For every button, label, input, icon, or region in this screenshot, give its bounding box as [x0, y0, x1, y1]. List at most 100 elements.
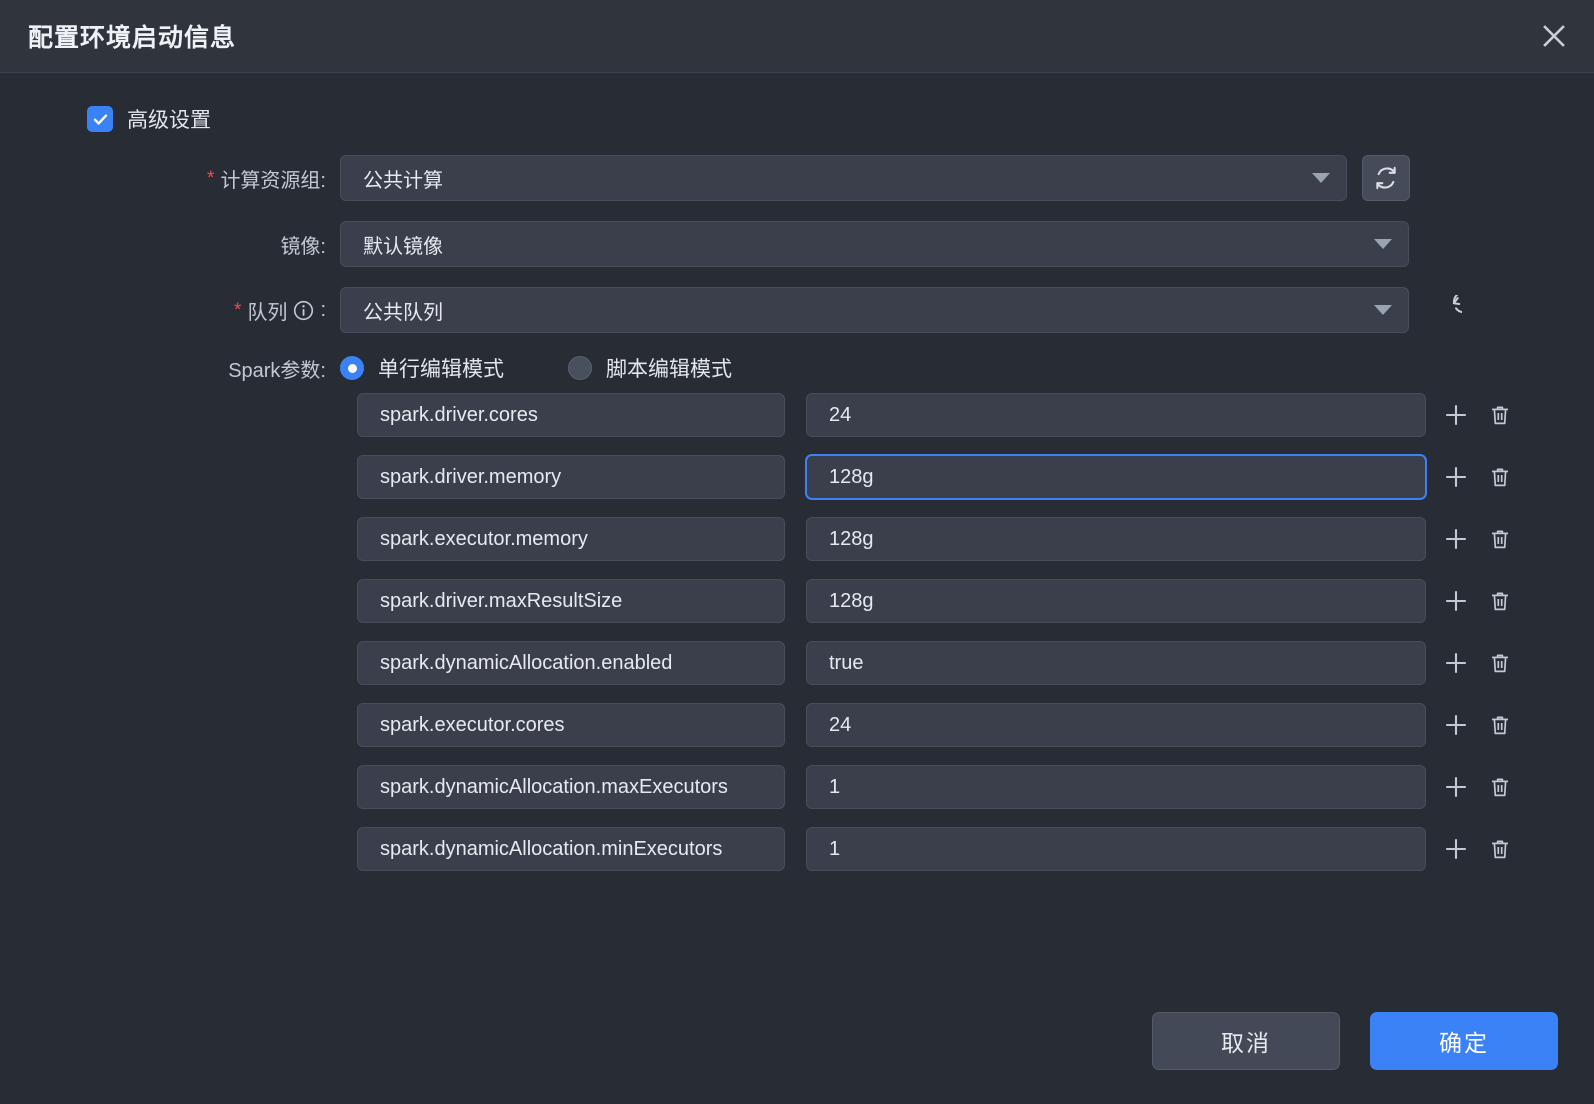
plus-icon [1443, 464, 1469, 490]
param-key-input[interactable]: spark.driver.cores [357, 393, 785, 437]
delete-param-button[interactable] [1478, 703, 1522, 747]
image-select[interactable]: 默认镜像 [340, 221, 1409, 267]
param-value-input[interactable]: 1 [806, 765, 1426, 809]
param-key-input[interactable]: spark.dynamicAllocation.minExecutors [357, 827, 785, 871]
delete-param-button[interactable] [1478, 455, 1522, 499]
image-label-text: 镜像: [280, 235, 326, 258]
delete-param-button[interactable] [1478, 827, 1522, 871]
close-button[interactable] [1534, 16, 1574, 56]
delete-param-button[interactable] [1478, 765, 1522, 809]
image-row: 镜像: 默认镜像 [0, 221, 1594, 267]
plus-icon [1443, 402, 1469, 428]
param-key-input[interactable]: spark.dynamicAllocation.enabled [357, 641, 785, 685]
trash-icon [1488, 713, 1512, 737]
param-key-input[interactable]: spark.executor.memory [357, 517, 785, 561]
spark-params-label: Spark参数: [0, 354, 340, 383]
resource-group-label-text: 计算资源组: [220, 169, 326, 192]
spark-params-label-text: Spark参数: [228, 359, 326, 382]
add-param-button[interactable] [1434, 765, 1478, 809]
queue-value: 公共队列 [363, 301, 443, 324]
resource-group-value: 公共计算 [363, 169, 443, 192]
table-row: spark.executor.memory 128g [357, 517, 1594, 561]
advanced-settings-row[interactable]: 高级设置 [87, 103, 1594, 135]
add-param-button[interactable] [1434, 517, 1478, 561]
queue-label-text: 队列 [247, 301, 288, 324]
table-row: spark.dynamicAllocation.minExecutors 1 [357, 827, 1594, 871]
queue-label: * 队列 : [0, 296, 340, 325]
resource-group-select[interactable]: 公共计算 [340, 155, 1347, 201]
radio-single-line-mode-label: 单行编辑模式 [378, 358, 504, 381]
row-actions [1434, 641, 1522, 685]
trash-icon [1488, 465, 1512, 489]
row-actions [1434, 765, 1522, 809]
param-value-input[interactable]: 24 [806, 393, 1426, 437]
plus-icon [1443, 712, 1469, 738]
delete-param-button[interactable] [1478, 517, 1522, 561]
page-title: 配置环境启动信息 [28, 24, 237, 52]
param-key-input[interactable]: spark.driver.memory [357, 455, 785, 499]
add-param-button[interactable] [1434, 393, 1478, 437]
param-value-input[interactable]: 128g [806, 579, 1426, 623]
plus-icon [1443, 526, 1469, 552]
table-row: spark.executor.cores 24 [357, 703, 1594, 747]
resource-group-refresh-button[interactable] [1362, 155, 1410, 201]
cancel-button[interactable]: 取消 [1152, 1012, 1340, 1070]
chevron-down-icon [1374, 305, 1392, 315]
table-row: spark.dynamicAllocation.maxExecutors 1 [357, 765, 1594, 809]
row-actions [1434, 517, 1522, 561]
row-actions [1434, 579, 1522, 623]
add-param-button[interactable] [1434, 827, 1478, 871]
add-param-button[interactable] [1434, 641, 1478, 685]
plus-icon [1443, 588, 1469, 614]
table-row: spark.driver.cores 24 [357, 393, 1594, 437]
trash-icon [1488, 651, 1512, 675]
required-star: * [234, 299, 242, 321]
param-value-input[interactable]: 24 [806, 703, 1426, 747]
radio-script-mode-label: 脚本编辑模式 [606, 358, 732, 381]
resource-group-label: * 计算资源组: [0, 164, 340, 193]
row-actions [1434, 827, 1522, 871]
spark-params-list: spark.driver.cores 24 spark.driver.memor… [0, 393, 1594, 871]
required-star: * [207, 167, 215, 189]
queue-refresh-button[interactable] [1423, 287, 1471, 333]
dialog-body: 高级设置 * 计算资源组: 公共计算 镜像: 默认镜像 * 队列: 公共队列 … [0, 73, 1594, 1104]
param-value-input[interactable]: 1 [806, 827, 1426, 871]
radio-indicator-selected [340, 356, 364, 380]
add-param-button[interactable] [1434, 579, 1478, 623]
spark-params-row: Spark参数: 单行编辑模式 脚本编辑模式 [0, 353, 1594, 383]
close-icon [1541, 23, 1567, 49]
delete-param-button[interactable] [1478, 641, 1522, 685]
table-row: spark.dynamicAllocation.enabled true [357, 641, 1594, 685]
add-param-button[interactable] [1434, 455, 1478, 499]
row-actions [1434, 393, 1522, 437]
delete-param-button[interactable] [1478, 393, 1522, 437]
radio-script-mode[interactable]: 脚本编辑模式 [568, 353, 732, 383]
queue-row: * 队列 : 公共队列 [0, 287, 1594, 333]
radio-single-line-mode[interactable]: 单行编辑模式 [340, 353, 504, 383]
trash-icon [1488, 837, 1512, 861]
queue-select[interactable]: 公共队列 [340, 287, 1409, 333]
plus-icon [1443, 836, 1469, 862]
param-value-input[interactable]: true [806, 641, 1426, 685]
param-key-input[interactable]: spark.driver.maxResultSize [357, 579, 785, 623]
chevron-down-icon [1374, 239, 1392, 249]
reload-icon [1432, 295, 1462, 325]
confirm-button[interactable]: 确定 [1370, 1012, 1558, 1070]
advanced-settings-label: 高级设置 [127, 109, 211, 132]
table-row: spark.driver.memory 128g [357, 455, 1594, 499]
param-key-input[interactable]: spark.dynamicAllocation.maxExecutors [357, 765, 785, 809]
info-circle-icon[interactable] [293, 300, 314, 321]
param-key-input[interactable]: spark.executor.cores [357, 703, 785, 747]
spark-edit-mode-radio-group: 单行编辑模式 脚本编辑模式 [340, 353, 796, 383]
add-param-button[interactable] [1434, 703, 1478, 747]
dialog-footer: 取消 确定 [1152, 1012, 1558, 1070]
param-value-input[interactable]: 128g [806, 517, 1426, 561]
trash-icon [1488, 589, 1512, 613]
param-value-input[interactable]: 128g [806, 455, 1426, 499]
check-icon [92, 111, 109, 128]
resource-group-row: * 计算资源组: 公共计算 [0, 155, 1594, 201]
image-value: 默认镜像 [363, 235, 443, 258]
delete-param-button[interactable] [1478, 579, 1522, 623]
dialog-header: 配置环境启动信息 [0, 0, 1594, 73]
advanced-settings-checkbox[interactable] [87, 106, 113, 132]
